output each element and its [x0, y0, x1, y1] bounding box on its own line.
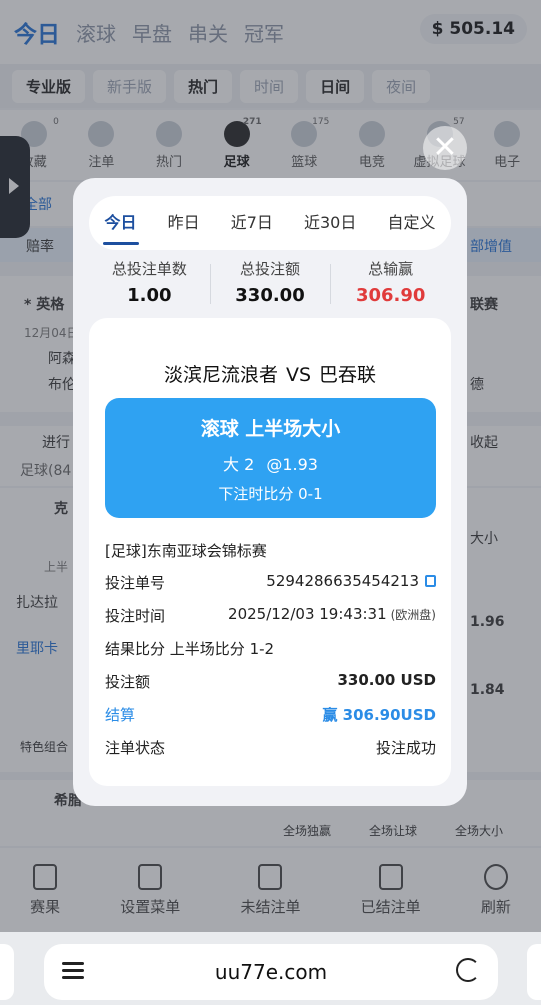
bet-time-value-group: 2025/12/03 19:43:31 (欧洲盘) [228, 605, 436, 623]
bet-number-value: 5294286635454213 [266, 572, 419, 590]
bet-record-modal: 今日 昨日 近7日 近30日 自定义 总投注单数 1.00 总投注额 330.0… [73, 178, 467, 806]
bet-market: 滚球 上半场大小 [200, 418, 341, 440]
result-value: 上半场比分 1-2 [169, 640, 275, 658]
score-at-bet: 下注时比分 0-1 [218, 485, 323, 503]
league-name: [足球]东南亚球会锦标赛 [105, 542, 267, 560]
result-group: 结果比分 上半场比分 1-2 [105, 638, 274, 659]
bet-number-value-group: 5294286635454213 [266, 572, 436, 590]
match-title: 淡滨尼流浪者 VS 巴吞联 [89, 360, 451, 387]
close-icon: ✕ [432, 130, 458, 165]
status-value: 投注成功 [375, 739, 436, 757]
tab-today[interactable]: 今日 [102, 209, 139, 245]
summary-win-loss: 总输赢 306.90 [330, 258, 451, 310]
bet-summary: 总投注单数 1.00 总投注额 330.00 总输赢 306.90 [89, 258, 451, 310]
bet-detail-card: 淡滨尼流浪者 VS 巴吞联 滚球 上半场大小 大 2 @1.93 下注时比分 0-1 … [89, 318, 451, 786]
page-menu-icon[interactable] [62, 958, 84, 984]
tab-last-30-days[interactable]: 近30日 [304, 209, 356, 237]
summary-value: 330.00 [235, 285, 305, 306]
settlement-label: 结算 [105, 706, 136, 724]
vs-label: VS [285, 364, 312, 386]
copy-icon[interactable] [425, 575, 436, 587]
prev-tab-card[interactable] [0, 944, 14, 1000]
close-modal-button[interactable]: ✕ [423, 126, 467, 170]
settlement-value: 赢 306.90USD [322, 706, 436, 724]
bet-pick: 大 2 [223, 455, 255, 474]
amount-value: 330.00 USD [337, 671, 436, 689]
bet-number-label: 投注单号 [105, 574, 166, 592]
amount-label: 投注额 [105, 673, 151, 691]
odds-format-note: (欧洲盘) [390, 608, 436, 622]
bet-pick-line: 大 2 @1.93 [105, 451, 436, 475]
status-label: 注单状态 [105, 739, 166, 757]
tab-custom[interactable]: 自定义 [387, 209, 435, 237]
summary-label: 总投注单数 [111, 260, 187, 278]
url-text: uu77e.com [214, 960, 328, 984]
summary-value: 306.90 [355, 285, 426, 306]
away-team: 巴吞联 [319, 364, 377, 386]
home-team: 淡滨尼流浪者 [163, 364, 278, 386]
tab-last-7-days[interactable]: 近7日 [231, 209, 273, 237]
tab-yesterday[interactable]: 昨日 [168, 209, 200, 237]
reload-icon[interactable] [456, 958, 480, 982]
bet-time-label: 投注时间 [105, 607, 166, 625]
summary-label: 总输赢 [368, 260, 414, 278]
browser-toolbar: uu77e.com [0, 932, 541, 1005]
date-range-tabs: 今日 昨日 近7日 近30日 自定义 [89, 196, 451, 250]
bet-selection-box: 滚球 上半场大小 大 2 @1.93 下注时比分 0-1 [105, 398, 436, 518]
bet-odds: @1.93 [266, 455, 318, 474]
summary-bet-count: 总投注单数 1.00 [89, 258, 210, 310]
address-bar[interactable]: uu77e.com [44, 944, 498, 1000]
next-tab-card[interactable] [527, 944, 541, 1000]
bet-time-value: 2025/12/03 19:43:31 [228, 605, 387, 623]
result-label: 结果比分 [105, 640, 166, 658]
summary-value: 1.00 [127, 285, 172, 306]
summary-label: 总投注额 [240, 260, 301, 278]
summary-bet-amount: 总投注额 330.00 [209, 258, 331, 310]
